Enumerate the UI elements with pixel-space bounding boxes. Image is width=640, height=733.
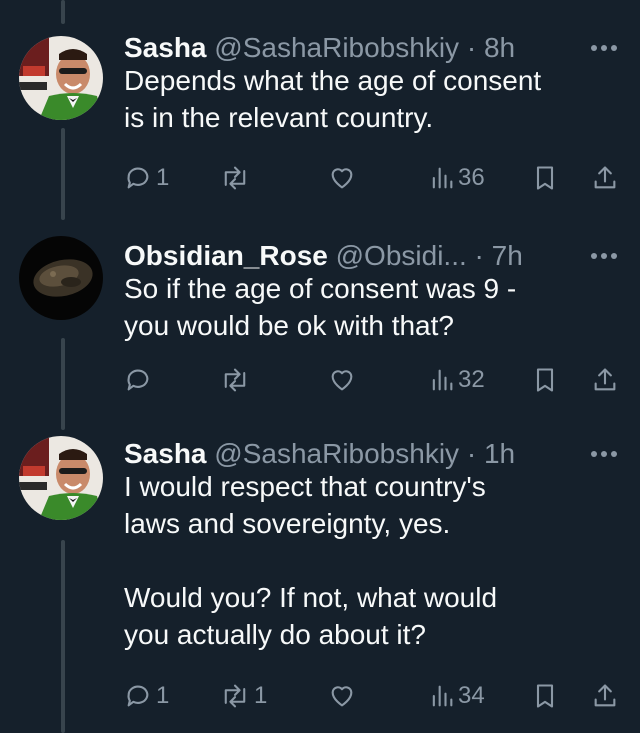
views-icon [432, 369, 453, 391]
views-icon [432, 167, 453, 189]
timestamp[interactable]: · 1h [467, 438, 515, 469]
views-button[interactable]: 32 [430, 362, 485, 398]
reply-icon [127, 685, 149, 707]
more-icon [591, 45, 617, 51]
action-bar: 32 [0, 362, 640, 398]
like-button[interactable] [328, 678, 360, 714]
heart-icon [331, 686, 353, 707]
tweet-text-line: laws and sovereignty, yes. [124, 508, 451, 539]
views-count: 32 [458, 366, 485, 393]
views-icon [432, 685, 453, 707]
author-name[interactable]: Sasha [124, 438, 207, 469]
retweet-icon [224, 166, 246, 190]
reply-icon [127, 167, 149, 189]
views-count: 34 [458, 682, 485, 709]
tweet-text-line: you would be ok with that? [124, 310, 454, 341]
share-icon [594, 368, 616, 391]
author-name[interactable]: Obsidian_Rose [124, 240, 328, 271]
more-button[interactable] [588, 438, 620, 470]
tweet-text-line: you actually do about it? [124, 619, 426, 650]
retweet-button[interactable]: 1 [220, 678, 267, 714]
tweet-1[interactable]: Sasha @SashaRibobshkiy · 8h Depends what… [0, 28, 640, 198]
bookmark-icon [536, 166, 554, 190]
reply-count: 1 [156, 682, 170, 709]
bookmark-button[interactable] [532, 362, 558, 398]
author-name[interactable]: Sasha [124, 32, 207, 63]
author-handle[interactable]: @Obsidi... [336, 240, 467, 271]
bookmark-button[interactable] [532, 160, 558, 196]
avatar-image [19, 36, 103, 120]
retweet-button[interactable] [220, 362, 254, 398]
tweet-text-line: Depends what the age of consent [124, 65, 542, 96]
tweet-text: Depends what the age of consent is in th… [124, 62, 620, 136]
heart-icon [331, 370, 353, 391]
tweet-text-line: So if the age of consent was 9 - [124, 273, 517, 304]
share-icon [594, 166, 616, 189]
tweet-2[interactable]: Obsidian_Rose @Obsidi... · 7h So if the … [0, 236, 640, 406]
retweet-icon [224, 684, 246, 708]
share-button[interactable] [592, 362, 618, 398]
bookmark-icon [536, 368, 554, 392]
tweet-3[interactable]: Sasha @SashaRibobshkiy · 1h I would resp… [0, 434, 640, 733]
timestamp[interactable]: · 7h [475, 240, 523, 271]
avatar-image [19, 236, 103, 320]
reply-count: 1 [156, 164, 170, 191]
views-button[interactable]: 34 [430, 678, 485, 714]
reply-icon [127, 369, 149, 391]
bookmark-icon [536, 684, 554, 708]
views-button[interactable]: 36 [430, 160, 485, 196]
retweet-button[interactable] [220, 160, 254, 196]
heart-icon [331, 168, 353, 189]
tweet-text-line: I would respect that country's [124, 471, 486, 502]
tweet-text-line: is in the relevant country. [124, 102, 434, 133]
timestamp[interactable]: · 8h [467, 32, 515, 63]
like-button[interactable] [328, 160, 360, 196]
more-icon [591, 451, 617, 457]
thread-line-top [61, 0, 65, 24]
avatar-sasha[interactable] [19, 36, 103, 120]
avatar-image [19, 436, 103, 520]
more-button[interactable] [588, 240, 620, 272]
bookmark-button[interactable] [532, 678, 558, 714]
like-button[interactable] [328, 362, 360, 398]
author-handle[interactable]: @SashaRibobshkiy [214, 438, 459, 469]
share-button[interactable] [592, 678, 618, 714]
action-bar: 1 36 [0, 160, 640, 196]
reply-button[interactable] [124, 362, 156, 398]
views-count: 36 [458, 164, 485, 191]
tweet-text: I would respect that country's laws and … [124, 468, 620, 653]
share-icon [594, 684, 616, 707]
reply-button[interactable]: 1 [124, 678, 169, 714]
retweet-icon [224, 368, 246, 392]
tweet-text: So if the age of consent was 9 - you wou… [124, 270, 620, 344]
author-handle[interactable]: @SashaRibobshkiy [214, 32, 459, 63]
avatar-sasha[interactable] [19, 436, 103, 520]
reply-button[interactable]: 1 [124, 160, 169, 196]
more-icon [591, 253, 617, 259]
tweet-text-line: Would you? If not, what would [124, 582, 498, 613]
action-bar: 1 1 34 [0, 678, 640, 714]
share-button[interactable] [592, 160, 618, 196]
retweet-count: 1 [254, 682, 268, 709]
avatar-obsidian-rose[interactable] [19, 236, 103, 320]
more-button[interactable] [588, 32, 620, 64]
